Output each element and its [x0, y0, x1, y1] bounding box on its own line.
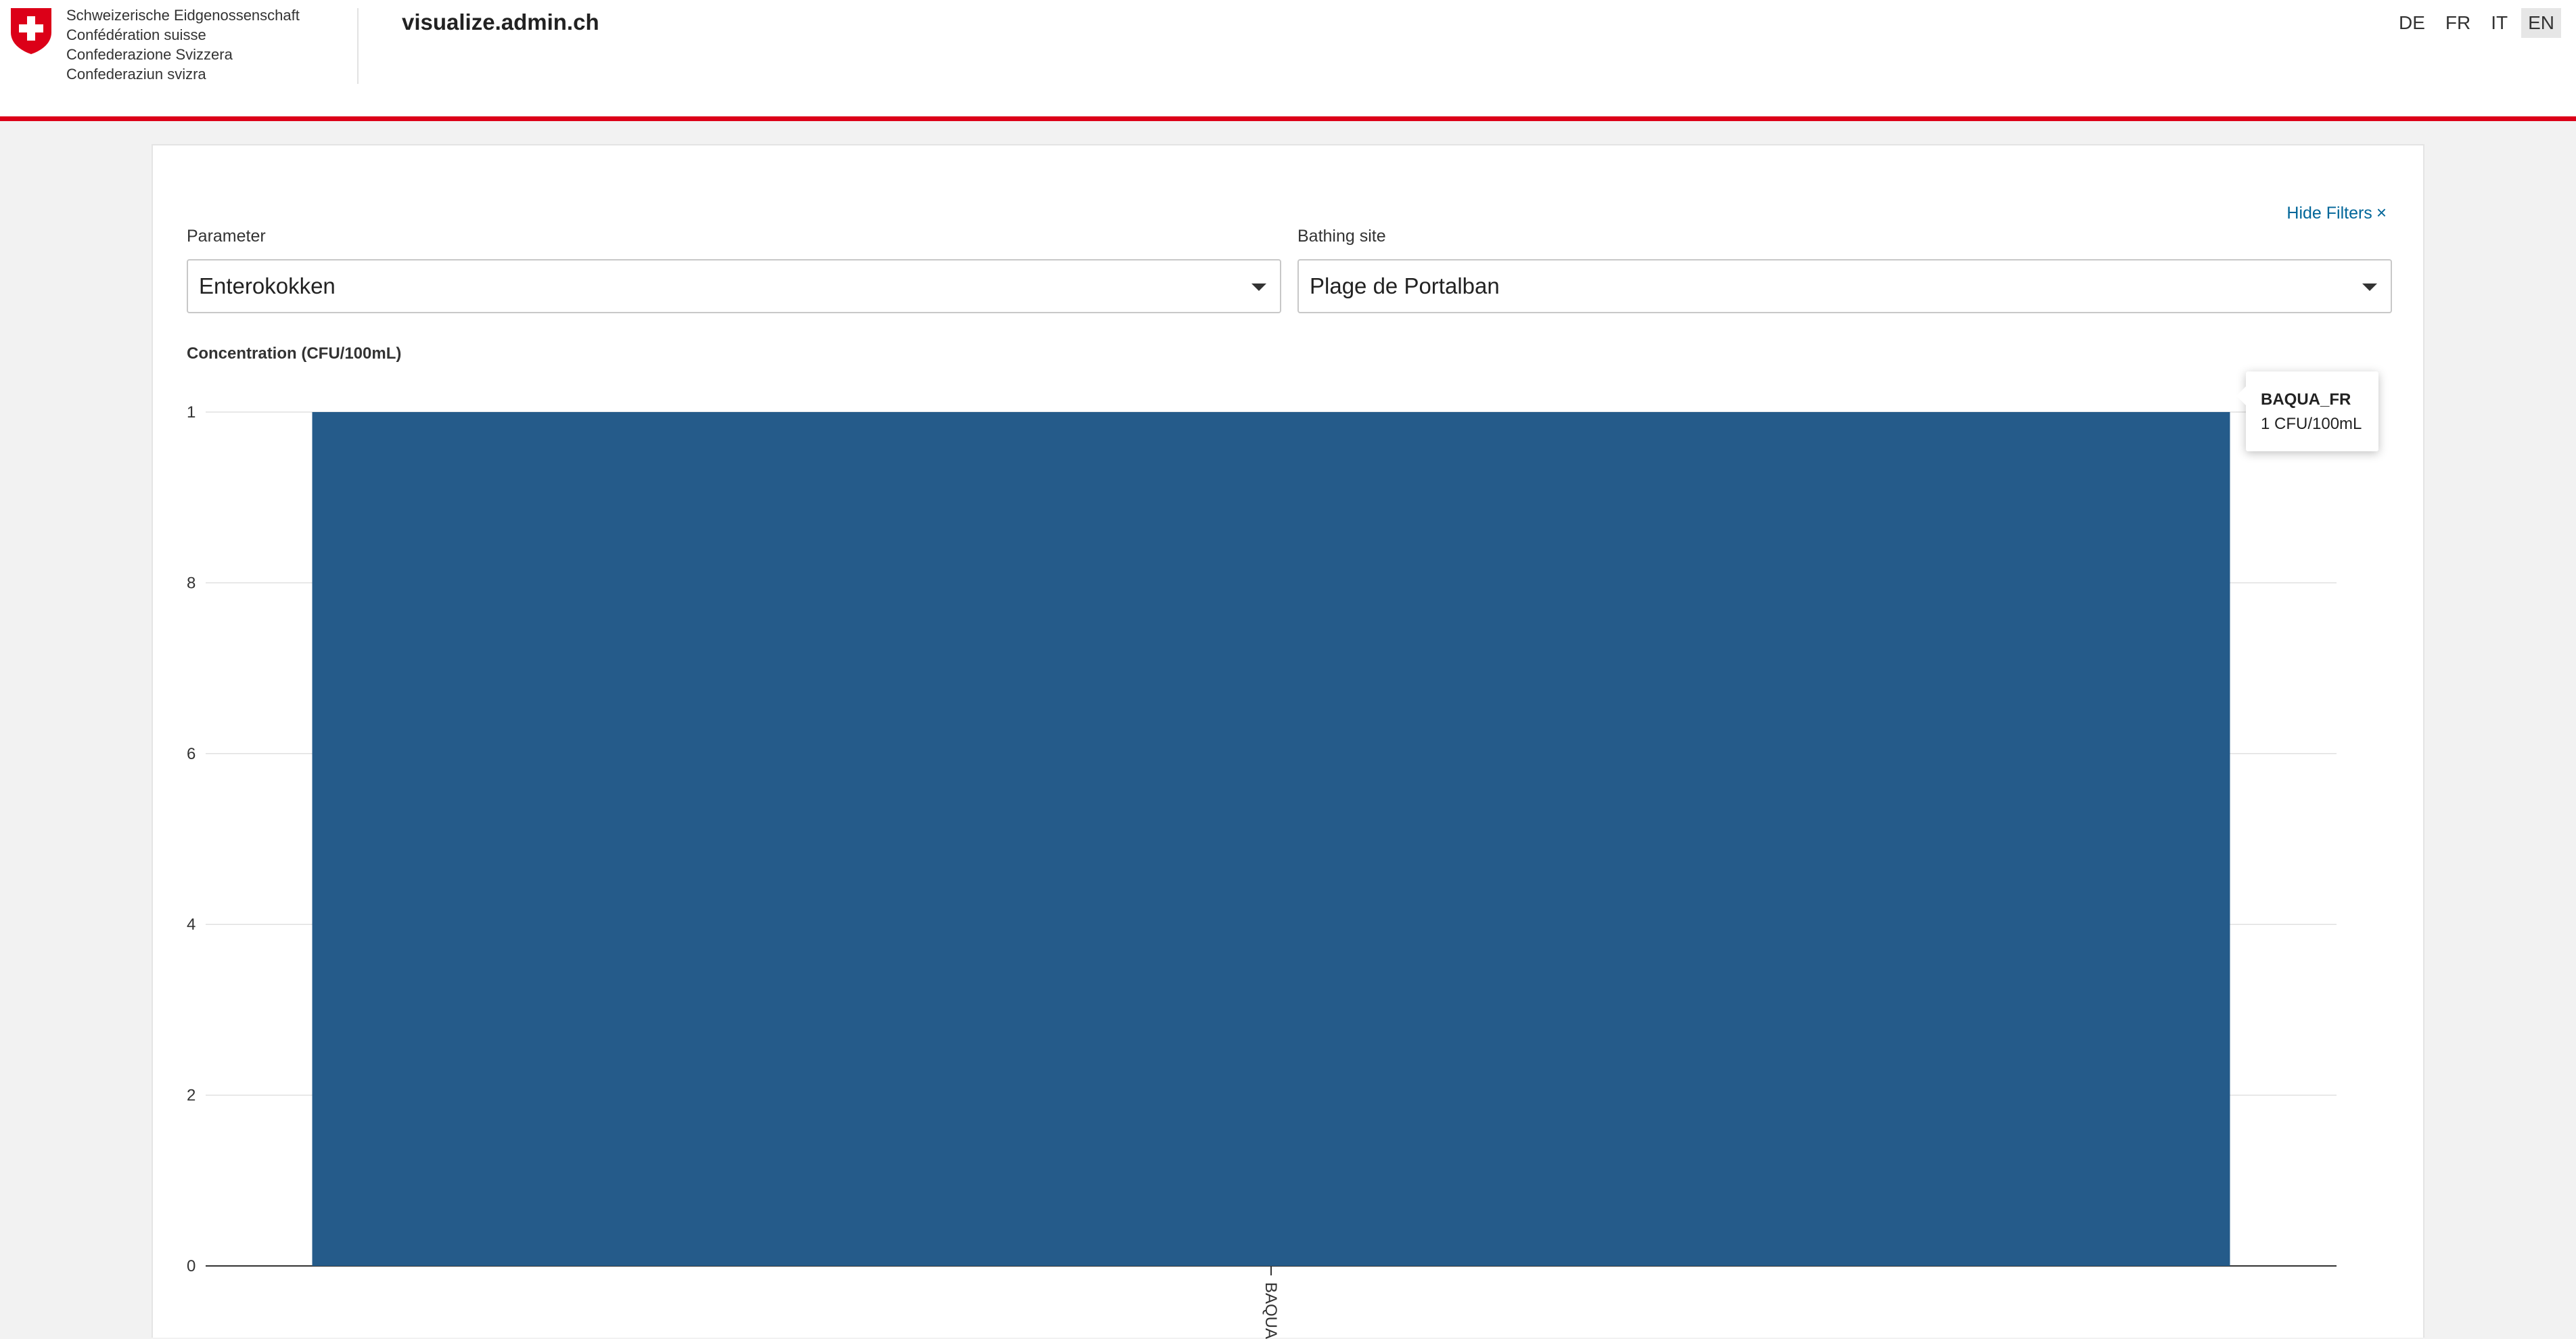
language-fr[interactable]: FR: [2439, 8, 2477, 38]
language-de[interactable]: DE: [2392, 8, 2432, 38]
bar-chart: 0 2 4 6 8 1 BAQUA: [187, 403, 2337, 1339]
y-tick-label: 1: [187, 403, 196, 422]
x-tick-label: BAQUA: [1262, 1282, 1280, 1339]
bars: [312, 412, 2230, 1266]
y-tick-label: 2: [187, 1087, 196, 1105]
header-divider: [357, 8, 359, 84]
header-accent-line: [0, 116, 2576, 121]
language-switcher: DE FR IT EN: [2392, 8, 2561, 38]
y-tick-label: 8: [187, 574, 196, 592]
confederation-line: Confédération suisse: [66, 26, 206, 43]
y-tick-label: 0: [187, 1257, 196, 1275]
chart-card: Hide Filters × Parameter Enterokokken Bat…: [152, 144, 2424, 1339]
language-it[interactable]: IT: [2484, 8, 2514, 38]
swiss-cross-shield-icon[interactable]: [9, 7, 53, 55]
confederation-line: Confederazione Svizzera: [66, 46, 233, 63]
site-title[interactable]: visualize.admin.ch: [402, 9, 599, 35]
chart-tooltip: BAQUA_FR 1 CFU/100mL: [2236, 371, 2378, 451]
bar[interactable]: [312, 412, 2230, 1266]
language-en[interactable]: EN: [2521, 8, 2561, 38]
y-tick-label: 4: [187, 915, 196, 934]
tooltip-series-name: BAQUA_FR: [2261, 390, 2351, 409]
site-header: Schweizerische Eidgenossenschaft Confédé…: [0, 0, 2576, 116]
tooltip-value: 1 CFU/100mL: [2261, 415, 2362, 433]
y-axis-ticks: 0 2 4 6 8 1: [187, 403, 196, 1275]
confederation-line: Confederaziun svizra: [66, 66, 206, 83]
confederation-names: Schweizerische Eidgenossenschaft Confédé…: [66, 5, 300, 84]
x-axis: BAQUA: [1262, 1266, 1280, 1339]
confederation-line: Schweizerische Eidgenossenschaft: [66, 7, 300, 24]
y-tick-label: 6: [187, 745, 196, 763]
